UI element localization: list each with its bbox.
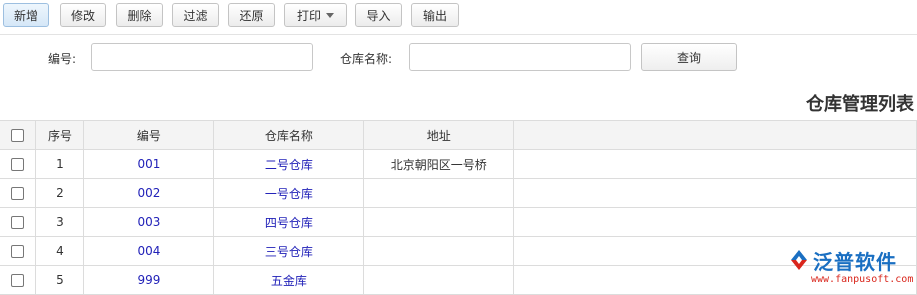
select-all-checkbox[interactable] [11, 129, 25, 142]
delete-button[interactable]: 删除 [116, 3, 163, 27]
table-row[interactable]: 2 002 一号仓库 [0, 178, 917, 208]
row-code-link[interactable]: 002 [83, 178, 215, 208]
table-row[interactable]: 4 004 三号仓库 [0, 236, 917, 266]
header-address[interactable]: 地址 [363, 120, 515, 150]
table-row[interactable]: 1 001 二号仓库 北京朝阳区一号桥 [0, 149, 917, 179]
row-checkbox[interactable] [11, 158, 25, 171]
row-seq: 2 [35, 178, 85, 208]
row-filler [513, 149, 917, 179]
row-address [363, 236, 515, 266]
header-seq[interactable]: 序号 [35, 120, 85, 150]
table-row[interactable]: 3 003 四号仓库 [0, 207, 917, 237]
search-bar: 编号: 仓库名称: 查询 [0, 34, 917, 85]
page-title: 仓库管理列表 [806, 94, 914, 115]
row-address [363, 178, 515, 208]
import-button[interactable]: 导入 [355, 3, 402, 27]
row-code-link[interactable]: 003 [83, 207, 215, 237]
restore-button[interactable]: 还原 [228, 3, 275, 27]
brand-logo-icon [791, 250, 807, 270]
header-code[interactable]: 编号 [83, 120, 215, 150]
chevron-down-icon [326, 12, 334, 18]
row-warehouse-name-link[interactable]: 四号仓库 [213, 207, 365, 237]
row-checkbox[interactable] [11, 187, 25, 200]
row-code-link[interactable]: 999 [83, 265, 215, 295]
warehouse-name-input[interactable] [409, 43, 631, 71]
row-seq: 3 [35, 207, 85, 237]
row-warehouse-name-link[interactable]: 五金库 [213, 265, 365, 295]
print-button-label: 打印 [296, 8, 321, 23]
select-all-cell [0, 120, 37, 150]
query-button[interactable]: 查询 [641, 43, 737, 71]
row-address [363, 265, 515, 295]
row-seq: 4 [35, 236, 85, 266]
table-row[interactable]: 5 999 五金库 [0, 265, 917, 295]
filter-button[interactable]: 过滤 [172, 3, 219, 27]
row-warehouse-name-link[interactable]: 三号仓库 [213, 236, 365, 266]
new-button[interactable]: 新增 [3, 3, 49, 27]
print-button[interactable]: 打印 [284, 3, 347, 27]
code-input[interactable] [91, 43, 313, 71]
header-warehouse-name[interactable]: 仓库名称 [213, 120, 365, 150]
brand-name: 泛普软件 [813, 250, 897, 274]
row-code-link[interactable]: 001 [83, 149, 215, 179]
row-filler [513, 207, 917, 237]
row-address [363, 207, 515, 237]
export-button[interactable]: 输出 [411, 3, 459, 27]
brand-url: www.fanpusoft.com [811, 274, 914, 285]
brand-watermark: 泛普软件 www.fanpusoft.com [787, 246, 913, 290]
header-filler [513, 120, 917, 150]
row-checkbox[interactable] [11, 245, 25, 258]
row-seq: 5 [35, 265, 85, 295]
row-seq: 1 [35, 149, 85, 179]
row-filler [513, 178, 917, 208]
row-code-link[interactable]: 004 [83, 236, 215, 266]
code-label: 编号: [48, 52, 77, 66]
warehouse-table: 序号 编号 仓库名称 地址 1 001 二号仓库 北京朝阳区一号桥 2 002 … [0, 120, 917, 295]
warehouse-name-label: 仓库名称: [340, 52, 393, 66]
table-header-row: 序号 编号 仓库名称 地址 [0, 120, 917, 150]
row-address: 北京朝阳区一号桥 [363, 149, 515, 179]
row-checkbox[interactable] [11, 216, 25, 229]
row-checkbox[interactable] [11, 274, 25, 287]
toolbar: 新增 修改 删除 过滤 还原 打印 导入 输出 [0, 0, 917, 32]
edit-button[interactable]: 修改 [60, 3, 106, 27]
row-warehouse-name-link[interactable]: 二号仓库 [213, 149, 365, 179]
row-warehouse-name-link[interactable]: 一号仓库 [213, 178, 365, 208]
